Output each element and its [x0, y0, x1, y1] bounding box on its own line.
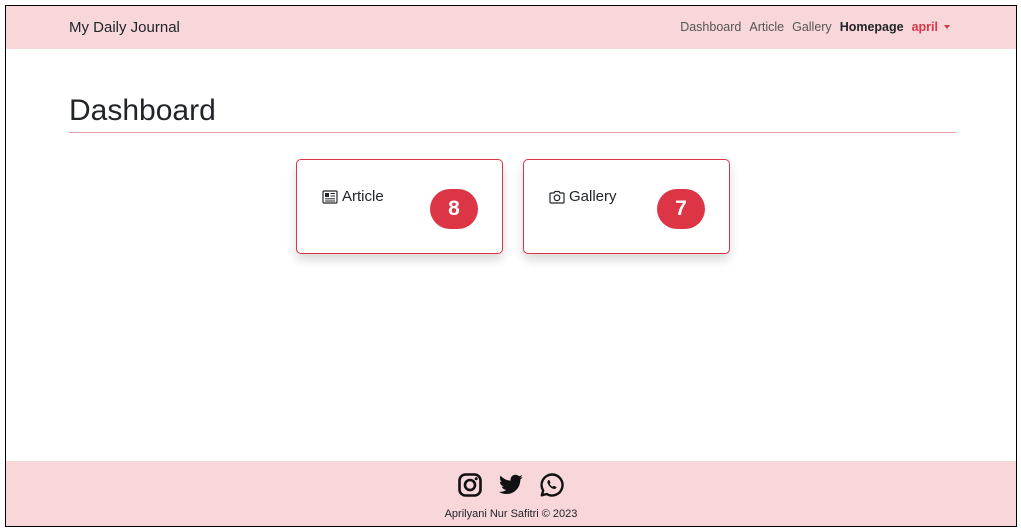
gallery-label: Gallery [569, 188, 617, 205]
whatsapp-icon[interactable] [539, 472, 565, 498]
gallery-card-label: Gallery [549, 188, 617, 205]
camera-icon [549, 190, 565, 204]
article-card[interactable]: Article 8 [296, 159, 503, 254]
title-divider [69, 132, 956, 133]
instagram-icon[interactable] [457, 472, 483, 498]
navbar: My Daily Journal Dashboard Article Galle… [6, 6, 1016, 49]
page-title: Dashboard [69, 94, 216, 127]
gallery-count-badge: 7 [657, 189, 705, 229]
navbar-links: Dashboard Article Gallery Homepage april [672, 20, 950, 34]
caret-down-icon [944, 25, 950, 29]
article-label: Article [342, 188, 384, 205]
gallery-card[interactable]: Gallery 7 [523, 159, 730, 254]
nav-link-gallery[interactable]: Gallery [792, 20, 832, 34]
social-links [6, 472, 1016, 498]
navbar-brand[interactable]: My Daily Journal [69, 19, 180, 36]
twitter-icon[interactable] [497, 472, 525, 498]
nav-link-homepage[interactable]: Homepage [840, 20, 904, 34]
article-count-badge: 8 [430, 189, 478, 229]
page-frame: My Daily Journal Dashboard Article Galle… [5, 5, 1017, 527]
copyright-text: Aprilyani Nur Safitri © 2023 [444, 508, 578, 520]
nav-link-article[interactable]: Article [749, 20, 784, 34]
newspaper-icon [322, 189, 338, 204]
footer: Aprilyani Nur Safitri © 2023 [6, 461, 1016, 526]
nav-link-dashboard[interactable]: Dashboard [680, 20, 741, 34]
article-card-label: Article [322, 188, 384, 205]
user-name: april [911, 20, 938, 34]
user-dropdown[interactable]: april [912, 20, 950, 34]
